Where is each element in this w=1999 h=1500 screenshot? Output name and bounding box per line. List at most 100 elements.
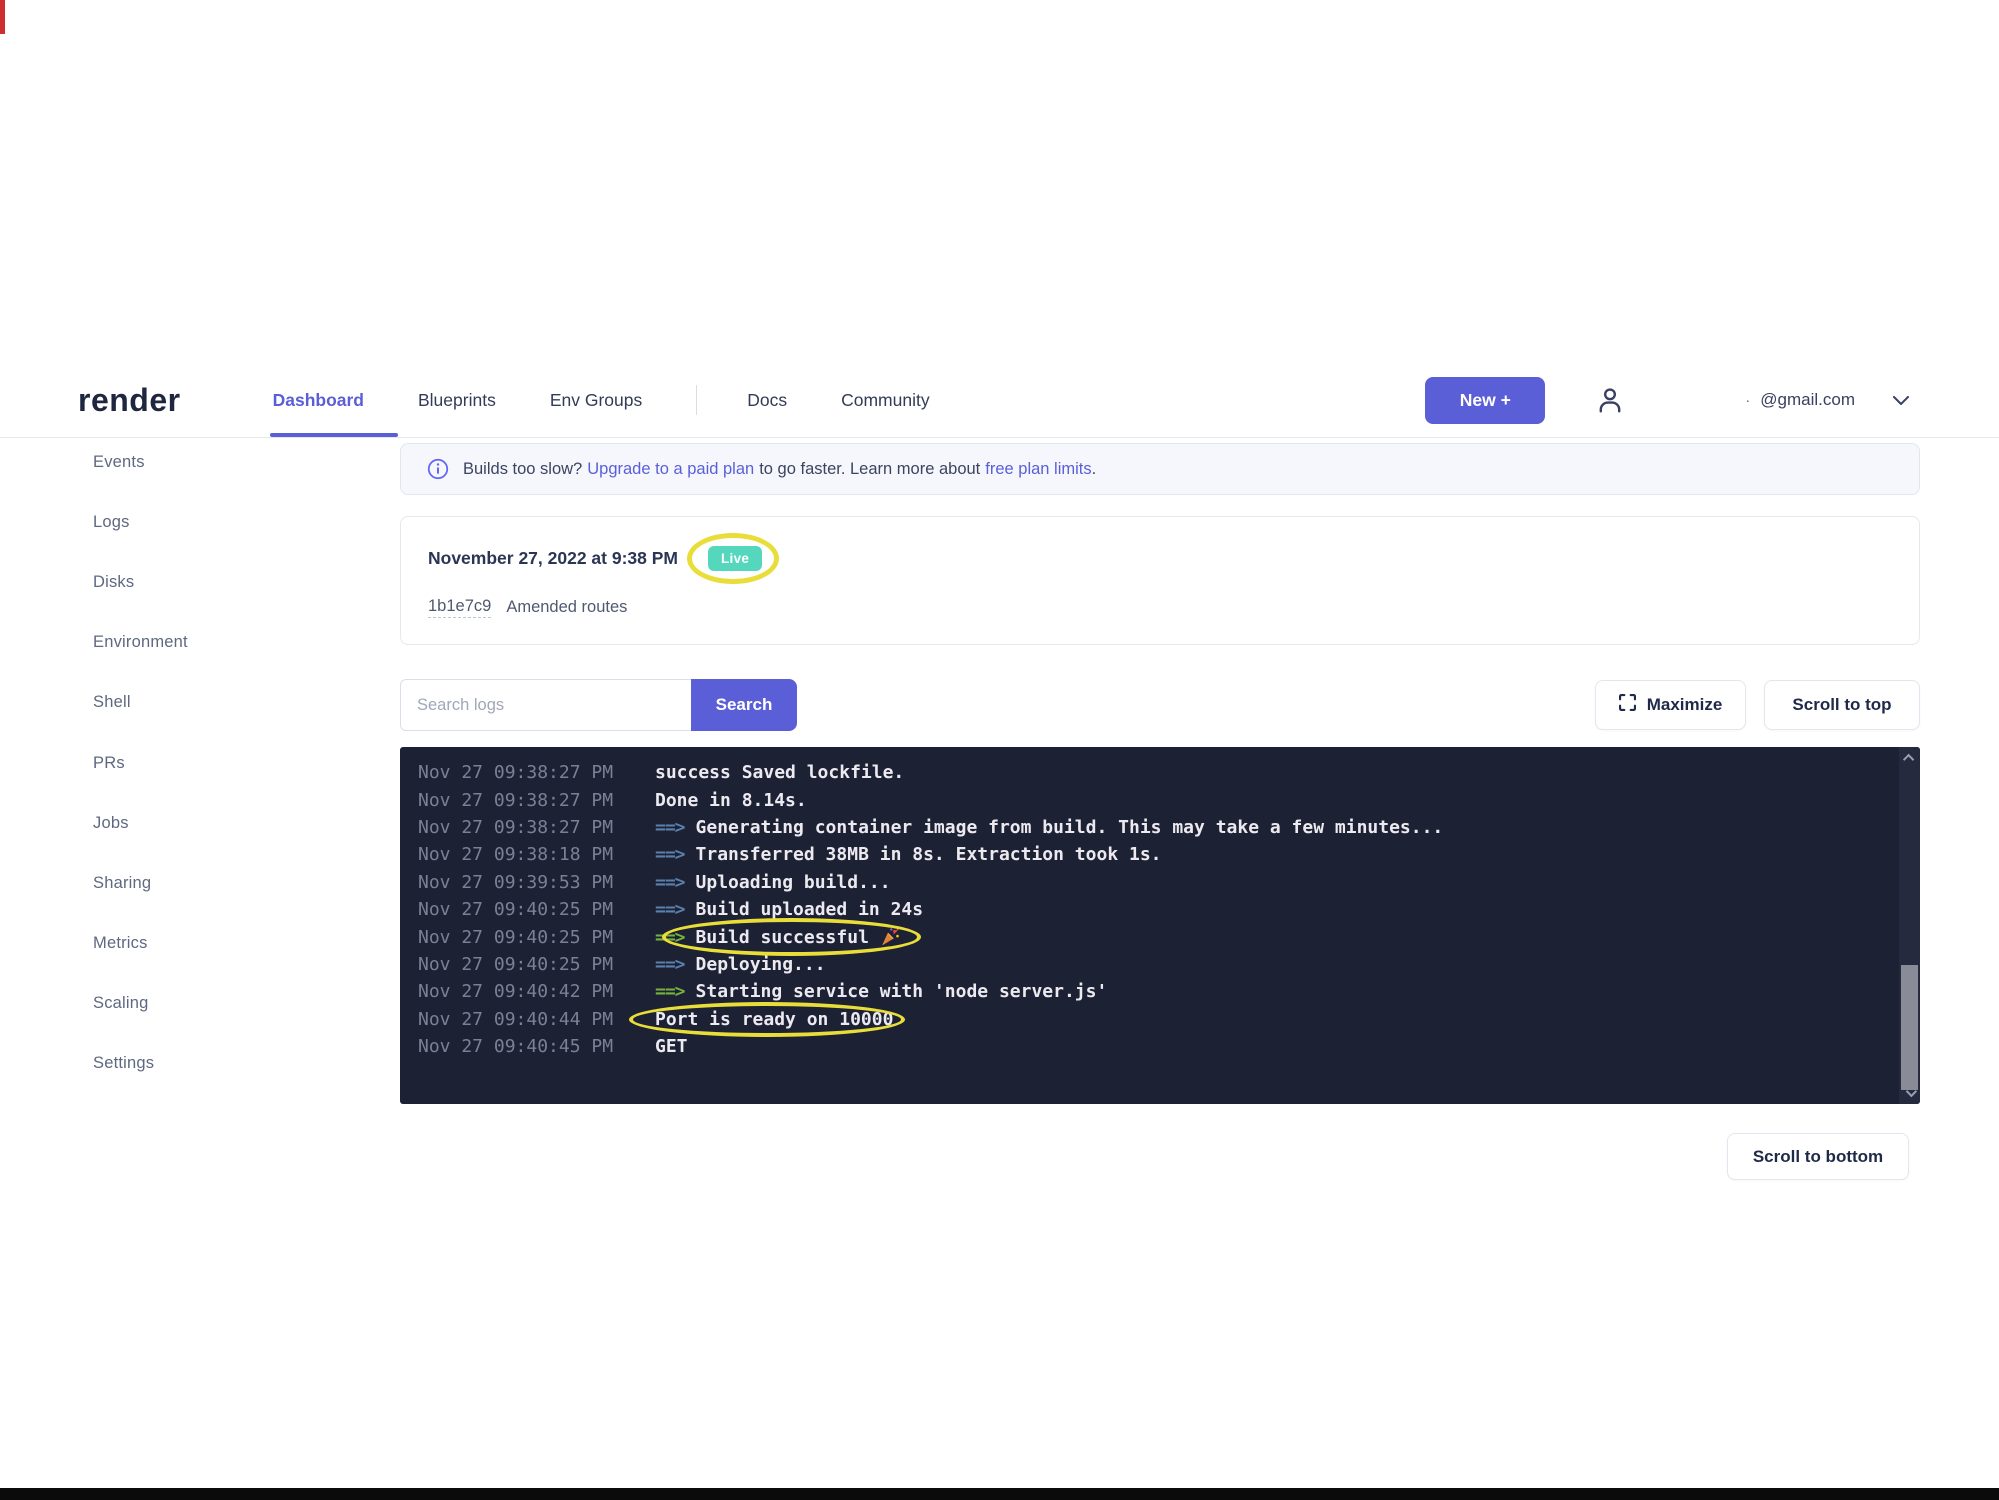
build-successful-annotated: Build successful [696,926,901,948]
scroll-bottom-label: Scroll to bottom [1753,1147,1883,1167]
sidebar-item-logs[interactable]: Logs [93,492,188,552]
deploy-commit-row: 1b1e7c9 Amended routes [428,597,627,618]
log-timestamp: Nov 27 09:40:44 PM [418,1009,655,1030]
log-timestamp: Nov 27 09:40:45 PM [418,1036,655,1057]
nav-item-dashboard[interactable]: Dashboard [273,390,364,411]
nav-item-blueprints[interactable]: Blueprints [418,390,496,411]
scroll-to-top-button[interactable]: Scroll to top [1764,680,1920,730]
log-line: Nov 27 09:38:27 PM Done in 8.14s. [418,786,1880,813]
log-line: Nov 27 09:38:18 PM ==> Transferred 38MB … [418,841,1880,868]
port-ready-annotated: Port is ready on 10000 [655,1009,893,1030]
scroll-top-label: Scroll to top [1792,695,1891,715]
log-line: Nov 27 09:38:27 PM success Saved lockfil… [418,759,1880,786]
deploy-date-row: November 27, 2022 at 9:38 PM Live [428,546,762,571]
log-timestamp: Nov 27 09:38:27 PM [418,762,655,783]
render-logo[interactable]: render [78,382,181,419]
sidebar-item-jobs[interactable]: Jobs [93,793,188,853]
arrow-icon: ==> [655,872,685,893]
deploy-date: November 27, 2022 at 9:38 PM [428,548,678,569]
bottom-black-bar [0,1488,1999,1500]
sidebar-item-sharing[interactable]: Sharing [93,853,188,913]
banner-text: to go faster. Learn more about [759,460,980,479]
search-logs-input[interactable] [400,679,691,731]
log-message: Generating container image from build. T… [696,817,1444,838]
log-line: Nov 27 09:40:25 PM ==> Build uploaded in… [418,896,1880,923]
scrollbar-down-arrow[interactable] [1899,1084,1920,1102]
nav-divider [696,385,697,415]
maximize-button[interactable]: Maximize [1595,680,1746,730]
nav-item-docs[interactable]: Docs [747,390,787,411]
nav-right-group: New + · @gmail.com [1425,377,1909,424]
commit-hash-link[interactable]: 1b1e7c9 [428,597,491,618]
log-message: Port is ready on 10000 [655,1009,893,1030]
nav-item-env-groups[interactable]: Env Groups [550,390,642,411]
sidebar-item-disks[interactable]: Disks [93,552,188,612]
upgrade-plan-link[interactable]: Upgrade to a paid plan [587,460,754,479]
arrow-icon: ==> [655,844,685,865]
search-button[interactable]: Search [691,679,797,731]
upgrade-banner: Builds too slow? Upgrade to a paid plan … [400,443,1920,495]
arrow-icon: ==> [655,981,685,1002]
account-menu[interactable]: · @gmail.com [1745,390,1909,410]
scrollbar-up-arrow[interactable] [1899,749,1920,767]
screenshot-artifact-red [0,0,5,34]
log-console[interactable]: Nov 27 09:38:27 PM success Saved lockfil… [400,747,1920,1104]
maximize-label: Maximize [1647,695,1723,715]
log-line: Nov 27 09:40:25 PM ==> Deploying... [418,951,1880,978]
log-timestamp: Nov 27 09:40:42 PM [418,981,655,1002]
log-timestamp: Nov 27 09:40:25 PM [418,927,655,948]
live-status-annotated: Live [708,546,762,571]
sidebar-item-metrics[interactable]: Metrics [93,914,188,974]
log-message: GET [655,1036,688,1057]
nav-item-community[interactable]: Community [841,390,930,411]
banner-text: Builds too slow? [463,460,582,479]
account-separator: · [1745,392,1750,409]
chevron-down-icon[interactable] [1893,396,1909,405]
user-avatar-icon[interactable] [1593,383,1627,417]
deploy-card: November 27, 2022 at 9:38 PM Live 1b1e7c… [400,516,1920,645]
log-timestamp: Nov 27 09:40:25 PM [418,954,655,975]
log-line: Nov 27 09:38:27 PM ==> Generating contai… [418,814,1880,841]
log-line: Nov 27 09:39:53 PM ==> Uploading build..… [418,869,1880,896]
arrow-icon: ==> [655,927,685,948]
sidebar-item-settings[interactable]: Settings [93,1034,188,1094]
log-line: Nov 27 09:40:45 PM GET [418,1033,1880,1060]
commit-message: Amended routes [506,598,627,617]
log-message: Deploying... [696,954,826,975]
live-status-badge: Live [708,546,762,571]
log-timestamp: Nov 27 09:40:25 PM [418,899,655,920]
arrow-icon: ==> [655,817,685,838]
sidebar-item-environment[interactable]: Environment [93,613,188,673]
console-scrollbar[interactable] [1899,747,1920,1104]
log-message: Build uploaded in 24s [696,899,924,920]
sidebar-item-scaling[interactable]: Scaling [93,974,188,1034]
sidebar-item-shell[interactable]: Shell [93,673,188,733]
log-message: Starting service with 'node server.js' [696,981,1108,1002]
sidebar-item-events[interactable]: Events [93,432,188,492]
log-message: success Saved lockfile. [655,762,904,783]
log-line: Nov 27 09:40:42 PM ==> Starting service … [418,978,1880,1005]
sidebar-item-prs[interactable]: PRs [93,733,188,793]
log-message: Uploading build... [696,872,891,893]
log-message: Done in 8.14s. [655,790,807,811]
log-line: Nov 27 09:40:44 PM Port is ready on 1000… [418,1006,1880,1033]
nav-bottom-border [0,437,1999,438]
scrollbar-thumb[interactable] [1901,965,1918,1090]
service-sidebar: Events Logs Disks Environment Shell PRs … [93,432,188,1094]
log-line: Nov 27 09:40:25 PM ==> Build successful [418,923,1880,950]
render-dashboard-page: render Dashboard Blueprints Env Groups D… [0,0,1999,1500]
log-timestamp: Nov 27 09:38:27 PM [418,790,655,811]
party-popper-icon [879,926,901,948]
free-plan-limits-link[interactable]: free plan limits [985,460,1091,479]
log-message: Transferred 38MB in 8s. Extraction took … [696,844,1162,865]
log-timestamp: Nov 27 09:38:27 PM [418,817,655,838]
scroll-to-bottom-button[interactable]: Scroll to bottom [1727,1133,1909,1180]
account-email: @gmail.com [1760,390,1855,410]
arrow-icon: ==> [655,899,685,920]
new-button[interactable]: New + [1425,377,1545,424]
log-message: Build successful [696,927,869,948]
log-timestamp: Nov 27 09:38:18 PM [418,844,655,865]
top-navigation: render Dashboard Blueprints Env Groups D… [0,370,1999,430]
info-icon [427,458,449,480]
log-timestamp: Nov 27 09:39:53 PM [418,872,655,893]
